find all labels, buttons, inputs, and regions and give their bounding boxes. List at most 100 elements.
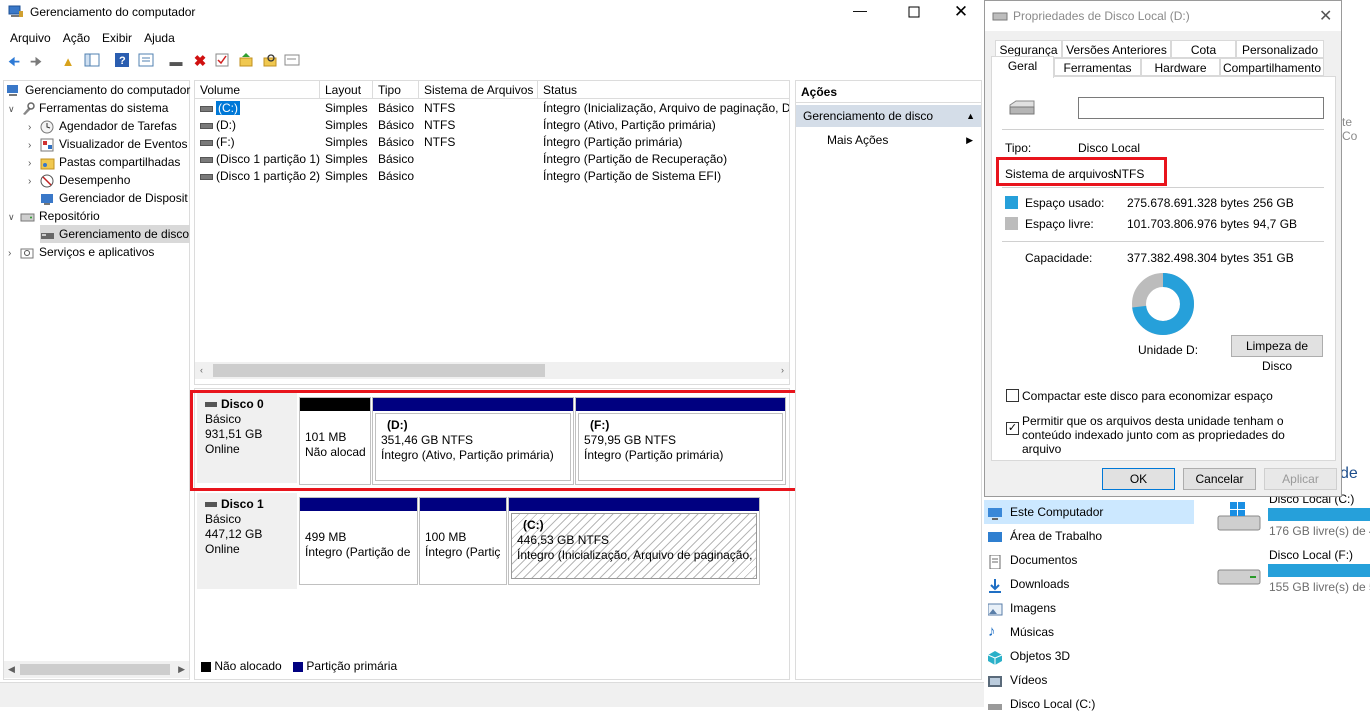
menu-acao[interactable]: Ação xyxy=(57,28,96,48)
drive-icon xyxy=(1216,564,1264,590)
tree-item-performance[interactable]: › Desempenho xyxy=(28,171,130,189)
search-icon[interactable] xyxy=(260,52,280,72)
column-type[interactable]: Tipo xyxy=(373,81,419,99)
legend: Não alocado Partição primária xyxy=(201,659,397,673)
show-tree-icon[interactable] xyxy=(82,52,102,72)
partition-recovery[interactable]: 499 MB Íntegro (Partição de xyxy=(299,497,418,585)
nav-pictures[interactable]: Imagens xyxy=(984,596,1056,620)
nav-3d-objects[interactable]: Objetos 3D xyxy=(984,644,1070,668)
volume-label-input[interactable] xyxy=(1078,97,1324,119)
volume-icon xyxy=(200,122,213,129)
chevron-down-icon[interactable]: ∨ xyxy=(8,100,20,118)
table-row[interactable]: (C:) Simples Básico NTFS Íntegro (Inicia… xyxy=(195,100,789,117)
disk-0-info[interactable]: Disco 0 Básico 931,51 GB Online xyxy=(197,393,297,483)
apply-button[interactable]: Aplicar xyxy=(1264,468,1337,490)
tree-item-task-scheduler[interactable]: › Agendador de Tarefas xyxy=(28,117,177,135)
table-row[interactable]: (D:) Simples Básico NTFS Íntegro (Ativo,… xyxy=(195,117,789,134)
chevron-right-icon[interactable]: › xyxy=(28,173,40,191)
tree-horizontal-scrollbar[interactable]: ◀ ▶ xyxy=(4,661,189,678)
column-layout[interactable]: Layout xyxy=(320,81,373,99)
scroll-right-icon[interactable]: ▶ xyxy=(178,661,185,678)
drive-f-usage-bar xyxy=(1268,564,1370,577)
nav-this-pc[interactable]: Este Computador xyxy=(984,500,1194,524)
tab-hardware[interactable]: Hardware xyxy=(1141,58,1220,76)
menu-arquivo[interactable]: Arquivo xyxy=(4,28,57,48)
settings-icon[interactable] xyxy=(282,52,302,72)
title-bar[interactable]: Gerenciamento do computador — ✕ xyxy=(0,0,984,24)
nav-documents[interactable]: Documentos xyxy=(984,548,1077,572)
tab-general[interactable]: Geral xyxy=(991,56,1054,78)
close-icon[interactable]: ✕ xyxy=(952,2,970,22)
partition-f[interactable]: (F:) 579,95 GB NTFS Íntegro (Partição prim… xyxy=(575,397,786,485)
chevron-right-icon[interactable]: › xyxy=(8,245,20,263)
connect-icon[interactable]: ▬ xyxy=(166,52,186,72)
navigation-tree: Gerenciamento do computador ∨ Ferramentas… xyxy=(3,80,190,680)
drive-tile-c[interactable]: Disco Local (C:) 176 GB livre(s) de 4 xyxy=(1214,490,1370,542)
back-icon[interactable]: 🠈 xyxy=(4,52,24,72)
tree-item-event-viewer[interactable]: › Visualizador de Eventos xyxy=(28,135,188,153)
compress-checkbox[interactable] xyxy=(1006,389,1019,402)
list-horizontal-scrollbar[interactable]: ‹ › xyxy=(195,362,789,379)
actions-section[interactable]: Gerenciamento de disco ▲ xyxy=(796,105,981,127)
partition-unallocated[interactable]: 101 MB Não alocad xyxy=(299,397,371,485)
disk-1-info[interactable]: Disco 1 Básico 447,12 GB Online xyxy=(197,493,297,589)
scrollbar-thumb[interactable] xyxy=(213,364,545,377)
tab-customize[interactable]: Personalizado xyxy=(1236,40,1324,58)
nav-videos[interactable]: Vídeos xyxy=(984,668,1047,692)
column-volume[interactable]: Volume xyxy=(195,81,320,99)
column-filesystem[interactable]: Sistema de Arquivos xyxy=(419,81,538,99)
more-actions[interactable]: Mais Ações ▶ xyxy=(796,129,981,151)
drive-tile-f[interactable]: Disco Local (F:) 155 GB livre(s) de 5 xyxy=(1214,546,1370,598)
tree-item-disk-management[interactable]: Gerenciamento de disco xyxy=(40,225,190,243)
menu-exibir[interactable]: Exibir xyxy=(96,28,138,48)
tab-quota[interactable]: Cota xyxy=(1171,40,1236,58)
nav-downloads[interactable]: Downloads xyxy=(984,572,1069,596)
partition-c[interactable]: (C:) 446,53 GB NTFS Íntegro (Inicialização… xyxy=(508,497,760,585)
help-icon[interactable]: ? xyxy=(112,52,132,72)
scroll-right-icon[interactable]: › xyxy=(781,362,784,379)
tree-item-shared-folders[interactable]: › Pastas compartilhadas xyxy=(28,153,180,171)
divider xyxy=(1002,241,1324,242)
tree-item-device-manager[interactable]: Gerenciador de Disposit xyxy=(40,189,188,207)
table-row[interactable]: (Disco 1 partição 1) Simples Básico Ínte… xyxy=(195,151,789,168)
column-status[interactable]: Status xyxy=(538,81,789,99)
status-bar xyxy=(0,682,984,707)
up-folder-icon[interactable]: ▲ xyxy=(58,52,78,72)
partition-d[interactable]: (D:) 351,46 GB NTFS Íntegro (Ativo, Partiç… xyxy=(372,397,574,485)
cancel-button[interactable]: Cancelar xyxy=(1183,468,1256,490)
check-icon[interactable] xyxy=(212,52,232,72)
tree-item-storage[interactable]: ∨ Repositório xyxy=(8,207,100,225)
partition-efi[interactable]: 100 MB Íntegro (Partiç xyxy=(419,497,507,585)
tree-item-services-apps[interactable]: › Serviços e aplicativos xyxy=(8,243,154,261)
tree-item-root[interactable]: Gerenciamento do computador xyxy=(6,81,190,99)
collapse-icon[interactable]: ▲ xyxy=(966,105,975,127)
table-row[interactable]: (F:) Simples Básico NTFS Íntegro (Partiç… xyxy=(195,134,789,151)
chevron-down-icon[interactable]: ∨ xyxy=(8,208,20,226)
maximize-icon[interactable] xyxy=(905,3,923,21)
menu-ajuda[interactable]: Ajuda xyxy=(138,28,181,48)
scroll-left-icon[interactable]: ◀ xyxy=(8,661,15,678)
delete-icon[interactable]: ✖ xyxy=(190,52,210,72)
services-icon xyxy=(20,246,36,260)
chevron-right-icon: ▶ xyxy=(966,135,973,145)
minimize-icon[interactable]: — xyxy=(850,2,870,18)
nav-desktop[interactable]: Área de Trabalho xyxy=(984,524,1102,548)
dialog-title-bar[interactable]: Propriedades de Disco Local (D:) ✕ xyxy=(985,1,1341,31)
nav-music[interactable]: ♪ Músicas xyxy=(984,620,1054,644)
ok-button[interactable]: OK xyxy=(1102,468,1175,490)
tree-item-system-tools[interactable]: ∨ Ferramentas do sistema xyxy=(8,99,168,117)
scroll-left-icon[interactable]: ‹ xyxy=(200,362,203,379)
close-icon[interactable]: ✕ xyxy=(1319,6,1332,26)
explorer-nav-pane: Este Computador Área de Trabalho Documen… xyxy=(984,500,1194,711)
nav-local-disk-c[interactable]: Disco Local (C:) xyxy=(984,692,1095,716)
scrollbar-thumb[interactable] xyxy=(20,664,170,675)
index-checkbox[interactable]: ✓ xyxy=(1006,422,1019,435)
table-row[interactable]: (Disco 1 partição 2) Simples Básico Ínte… xyxy=(195,168,789,185)
folder-up-icon[interactable] xyxy=(236,52,256,72)
tab-sharing[interactable]: Compartilhamento xyxy=(1220,58,1324,76)
tab-tools[interactable]: Ferramentas xyxy=(1054,58,1141,76)
forward-icon[interactable]: 🠊 xyxy=(26,52,46,72)
tab-previous-versions[interactable]: Versões Anteriores xyxy=(1062,40,1171,58)
properties-view-icon[interactable] xyxy=(136,52,156,72)
disk-cleanup-button[interactable]: Limpeza de Disco xyxy=(1231,335,1323,373)
